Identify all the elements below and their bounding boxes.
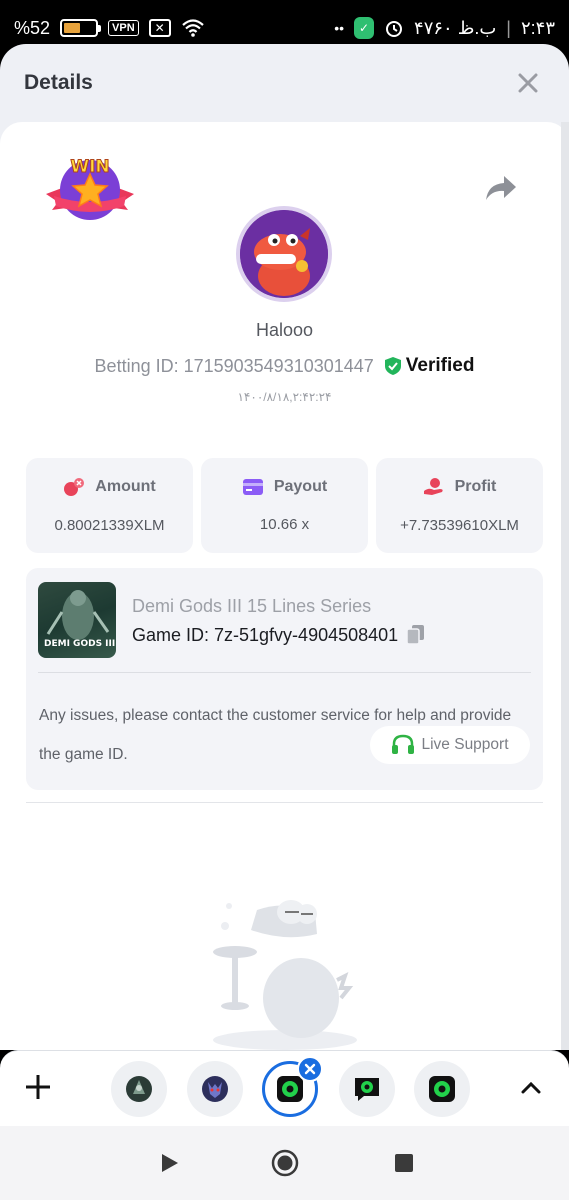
stat-amount-value: 0.80021339XLM <box>54 517 165 534</box>
wifi-icon <box>181 19 204 37</box>
bc-chat-icon <box>355 1078 379 1101</box>
dragon-icon <box>126 1076 152 1102</box>
date-time-text: ۴ب.ظ ۷۶۰ <box>414 17 497 38</box>
battery-icon <box>60 19 102 37</box>
recents-square-icon[interactable] <box>394 1153 414 1173</box>
close-icon <box>304 1063 316 1075</box>
bet-timestamp: ۱۴۰۰/۸/۱۸,۲:۴۲:۲۴ <box>237 390 332 404</box>
game-id: Game ID: 7z-51gfvy-4904508401 <box>132 624 399 645</box>
bottom-tab-bar <box>0 1050 569 1126</box>
game-thumb-caption: DEMI GODS III <box>44 639 115 649</box>
sim-icon: ✕ <box>148 19 171 37</box>
game-thumbnail[interactable]: DEMI GODS III <box>38 582 116 658</box>
avatar <box>236 206 332 302</box>
verified-shield-icon <box>384 357 401 375</box>
hand-coin-icon <box>423 478 443 495</box>
sheet-header: Details <box>0 44 569 122</box>
vpn-badge: VPN <box>108 20 139 36</box>
stats-row: Amount 0.80021339XLM Payout 10.66 x Prof… <box>26 458 543 553</box>
stat-payout-label: Payout <box>273 478 328 495</box>
game-name[interactable]: Demi Gods III 15 Lines Series <box>132 596 371 617</box>
live-support-label: Live Support <box>421 736 509 753</box>
home-circle-icon[interactable] <box>271 1149 299 1177</box>
stat-amount: Amount 0.80021339XLM <box>26 458 193 553</box>
game-card: DEMI GODS III Demi Gods III 15 Lines Ser… <box>26 568 543 790</box>
stat-payout-value: 10.66 x <box>259 516 310 533</box>
alarm-icon <box>386 21 403 37</box>
live-support-button[interactable]: Live Support <box>370 726 530 764</box>
game-divider <box>38 672 531 673</box>
back-triangle-icon[interactable] <box>160 1152 180 1174</box>
bc-game-icon <box>429 1076 455 1102</box>
card-icon <box>242 479 263 495</box>
coins-icon <box>64 478 85 496</box>
share-button[interactable] <box>484 174 520 204</box>
battery-percent: %52 <box>14 17 51 38</box>
dragon-avatar-icon <box>240 210 328 298</box>
clock: ۲:۴۳ <box>520 17 555 38</box>
shield-icon: ✓ <box>354 17 375 39</box>
stat-profit: Profit +7.73539610XLM <box>376 458 543 553</box>
close-icon <box>518 73 538 93</box>
stat-profit-label: Profit <box>454 478 497 495</box>
betting-id: Betting ID: 1715903549310301447 <box>94 355 374 376</box>
details-card: WIN Halooo Betting ID: 17159035493103014… <box>0 122 569 1050</box>
betting-id-row: Betting ID: 1715903549310301447 Verified <box>0 355 569 377</box>
section-divider <box>26 802 543 803</box>
tab-game-wolf[interactable] <box>187 1061 243 1117</box>
copy-icon[interactable] <box>406 624 426 646</box>
add-tab-button[interactable] <box>24 1073 52 1101</box>
stat-profit-value: +7.73539610XLM <box>400 517 519 534</box>
wolf-icon <box>202 1076 228 1102</box>
tab-game-chat[interactable] <box>339 1061 395 1117</box>
tab-game-dragon[interactable] <box>111 1061 167 1117</box>
tab-game-other[interactable] <box>414 1061 470 1117</box>
win-label: WIN <box>70 157 109 177</box>
stat-amount-label: Amount <box>95 478 156 495</box>
verified-label: Verified <box>405 355 475 376</box>
close-button[interactable] <box>511 66 545 100</box>
game-id-row: Game ID: 7z-51gfvy-4904508401 <box>132 624 426 646</box>
system-nav-bar <box>0 1126 569 1200</box>
username: Halooo <box>255 320 314 340</box>
dots-icon: •• <box>334 20 345 36</box>
sheet-title: Details <box>24 71 93 94</box>
stat-payout: Payout 10.66 x <box>201 458 368 553</box>
share-icon <box>486 176 516 200</box>
win-badge: WIN <box>46 157 134 220</box>
details-sheet: Details WIN Halooo Betting ID: 171590354… <box>0 44 569 1050</box>
scrollbar[interactable] <box>561 122 569 1050</box>
close-tab-button[interactable] <box>297 1056 323 1082</box>
headset-icon <box>392 734 415 754</box>
crocodile-mascot <box>213 900 357 1050</box>
verified-badge: Verified <box>384 355 475 377</box>
chevron-up-icon[interactable] <box>516 1073 546 1103</box>
